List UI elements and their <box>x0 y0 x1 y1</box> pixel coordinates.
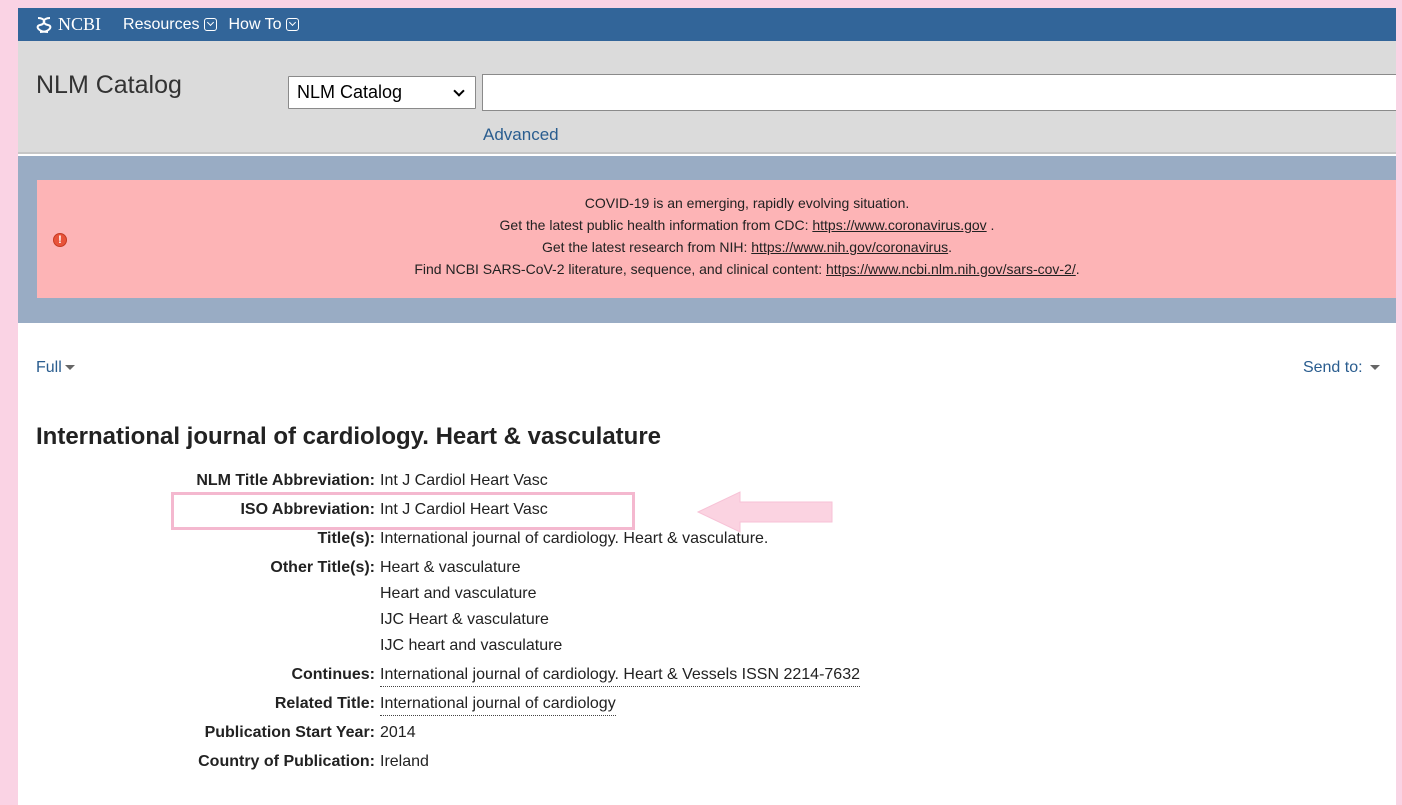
field-row: Publication Start Year: 2014 <box>18 720 1018 746</box>
alert-line: COVID-19 is an emerging, rapidly evolvin… <box>37 192 1396 214</box>
field-values: 2014 <box>380 720 416 746</box>
alert-line-text: Find NCBI SARS-CoV-2 literature, sequenc… <box>414 261 826 277</box>
field-label: ISO Abbreviation: <box>240 501 375 518</box>
howto-menu-label: How To <box>228 15 282 33</box>
covid-alert: ! COVID-19 is an emerging, rapidly evolv… <box>37 180 1396 298</box>
page-frame: NCBI Resources How To NLM Catalog NLM Ca… <box>18 8 1396 805</box>
caret-down-icon <box>64 365 75 371</box>
dropdown-caret-icon <box>203 18 217 31</box>
format-dropdown-label: Full <box>36 359 62 376</box>
field-value-line: International journal of cardiology. Hea… <box>380 662 860 688</box>
format-dropdown[interactable]: Full <box>36 359 75 377</box>
field-values: International journal of cardiology <box>380 691 616 717</box>
field-values: International journal of cardiology. Hea… <box>380 662 860 688</box>
ncbi-top-bar: NCBI Resources How To <box>18 8 1396 41</box>
field-value: IJC heart and vasculature <box>380 637 563 654</box>
ncbi-logo-text: NCBI <box>58 14 102 34</box>
field-label: NLM Title Abbreviation: <box>196 472 375 489</box>
field-value-line: Ireland <box>380 749 429 775</box>
field-value-line: Heart and vasculature <box>380 581 562 607</box>
field-label: Continues: <box>291 666 375 683</box>
field-value-line: IJC heart and vasculature <box>380 633 562 659</box>
alert-line: Find NCBI SARS-CoV-2 literature, sequenc… <box>37 258 1396 280</box>
field-value: Ireland <box>380 753 429 770</box>
database-select[interactable]: NLM Catalog <box>288 76 476 109</box>
field-value-line: 2014 <box>380 720 416 746</box>
field-values: Heart & vasculature Heart and vasculature… <box>380 555 562 659</box>
field-values: Int J Cardiol Heart Vasc <box>380 468 548 494</box>
field-value: Heart & vasculature <box>380 559 521 576</box>
alert-line-text: Get the latest public health information… <box>499 217 813 233</box>
field-label: Related Title: <box>274 695 375 712</box>
send-to-dropdown[interactable]: Send to: <box>1303 359 1380 377</box>
field-row: Related Title: International journal of c… <box>18 691 1018 717</box>
alert-line-text: Get the latest research from NIH: <box>541 239 752 255</box>
field-value-line: Heart & vasculature <box>380 555 562 581</box>
alert-banner: ! COVID-19 is an emerging, rapidly evolv… <box>18 156 1396 323</box>
resources-menu-label: Resources <box>123 15 200 33</box>
alert-link[interactable]: https://www.nih.gov/coronavirus <box>751 239 948 255</box>
ncbi-logo[interactable]: NCBI <box>34 14 101 35</box>
field-value-line: Int J Cardiol Heart Vasc <box>380 497 548 523</box>
database-title[interactable]: NLM Catalog <box>36 71 182 100</box>
alert-line: Get the latest public health information… <box>37 214 1396 236</box>
howto-menu[interactable]: How To <box>229 16 299 34</box>
advanced-search-link[interactable]: Advanced <box>483 125 559 145</box>
field-label: Country of Publication: <box>198 753 375 770</box>
field-values: Int J Cardiol Heart Vasc <box>380 497 548 523</box>
field-row: NLM Title Abbreviation: Int J Cardiol Hea… <box>18 468 1018 494</box>
field-label: Other Title(s): <box>270 559 375 576</box>
alert-link[interactable]: https://www.ncbi.nlm.nih.gov/sars-cov-2/ <box>826 261 1076 277</box>
field-value-link[interactable]: International journal of cardiology. Hea… <box>380 664 860 687</box>
field-value-line: Int J Cardiol Heart Vasc <box>380 468 548 494</box>
field-value: Int J Cardiol Heart Vasc <box>380 472 548 489</box>
field-value-line: International journal of cardiology <box>380 691 616 717</box>
alert-line-text: COVID-19 is an emerging, rapidly evolvin… <box>584 195 910 211</box>
field-values: Ireland <box>380 749 429 775</box>
caret-down-icon <box>1370 365 1380 371</box>
field-value: 2014 <box>380 724 416 741</box>
field-row: Other Title(s): Heart & vasculature Heart … <box>18 555 1018 659</box>
database-select-value: NLM Catalog <box>297 82 403 102</box>
alert-lines: COVID-19 is an emerging, rapidly evolvin… <box>37 192 1396 280</box>
alert-line-suffix: . <box>986 217 995 233</box>
alert-line-suffix: . <box>1075 261 1080 277</box>
record-title: International journal of cardiology. Hea… <box>36 423 662 450</box>
field-value-link[interactable]: International journal of cardiology <box>380 693 616 716</box>
resources-menu[interactable]: Resources <box>123 15 217 34</box>
record-fields: NLM Title Abbreviation: Int J Cardiol Hea… <box>18 468 1018 775</box>
chevron-down-icon <box>453 85 465 97</box>
field-value: IJC Heart & vasculature <box>380 611 549 628</box>
alert-link[interactable]: https://www.coronavirus.gov <box>812 217 986 233</box>
field-value: Heart and vasculature <box>380 585 537 602</box>
field-label: Publication Start Year: <box>204 724 375 741</box>
field-row: Title(s): International journal of cardio… <box>18 526 1018 552</box>
field-value-line: IJC Heart & vasculature <box>380 607 562 633</box>
ncbi-logo-icon <box>36 16 52 33</box>
field-row: Country of Publication: Ireland <box>18 749 1018 775</box>
alert-line-suffix: . <box>948 239 953 255</box>
alert-line: Get the latest research from NIH: https:… <box>37 236 1396 258</box>
field-row: ISO Abbreviation: Int J Cardiol Heart Vas… <box>18 497 1018 523</box>
field-row: Continues: International journal of cardi… <box>18 662 1018 688</box>
send-to-label: Send to: <box>1302 359 1363 376</box>
search-input[interactable] <box>482 74 1396 111</box>
field-value: Int J Cardiol Heart Vasc <box>380 501 548 518</box>
search-bar: NLM Catalog NLM Catalog Advanced <box>18 41 1396 154</box>
dropdown-caret-icon <box>285 18 299 31</box>
pink-arrow-icon <box>696 491 833 533</box>
field-label: Title(s): <box>317 530 375 547</box>
